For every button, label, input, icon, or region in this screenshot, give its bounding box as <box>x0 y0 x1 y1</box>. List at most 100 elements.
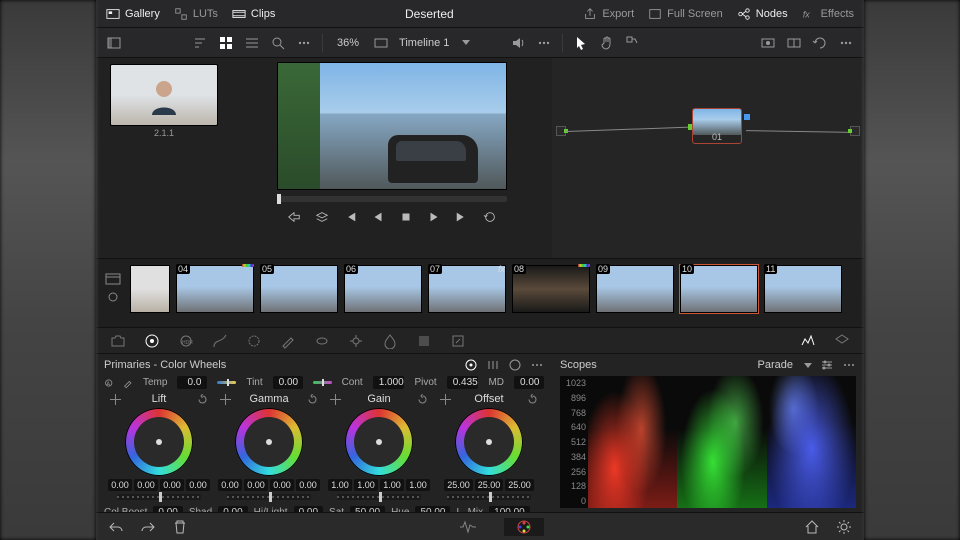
chevron-down-icon[interactable] <box>804 363 812 368</box>
viewer-image[interactable] <box>277 62 507 190</box>
luts-toggle[interactable]: LUTs <box>174 7 218 21</box>
color-wheel-gain[interactable] <box>345 408 413 476</box>
clip-thumb[interactable]: 07 <box>428 265 506 313</box>
node-01[interactable]: 01 <box>692 108 742 144</box>
more-icon[interactable] <box>530 358 544 372</box>
y-slider[interactable] <box>447 494 531 500</box>
home-icon[interactable] <box>804 519 820 535</box>
page-fairlight[interactable] <box>448 518 488 536</box>
timeline-icon[interactable] <box>105 273 121 285</box>
list-view-icon[interactable] <box>244 35 260 51</box>
wheel-value[interactable]: 0.00 <box>134 479 158 491</box>
tracking-icon[interactable] <box>348 333 364 349</box>
auto-balance-icon[interactable]: A <box>104 377 113 389</box>
wheel-adjust-icon[interactable] <box>330 394 341 405</box>
first-frame-icon[interactable] <box>343 210 357 224</box>
pointer-icon[interactable] <box>573 35 589 51</box>
split-icon[interactable] <box>786 35 802 51</box>
qualifier-icon[interactable] <box>280 333 296 349</box>
timeline-name[interactable]: Timeline 1 <box>399 37 449 49</box>
viewer-scrubber[interactable] <box>277 196 507 202</box>
gear-icon[interactable] <box>836 519 852 535</box>
node-input[interactable] <box>556 126 566 136</box>
fullscreen-button[interactable]: Full Screen <box>648 7 723 21</box>
color-wheel-gamma[interactable] <box>235 408 303 476</box>
search-icon[interactable] <box>270 35 286 51</box>
wheel-value[interactable]: 1.00 <box>354 479 378 491</box>
pick-white-icon[interactable] <box>123 377 132 389</box>
clip-thumb[interactable]: 04 <box>176 265 254 313</box>
audio-icon[interactable] <box>510 35 526 51</box>
y-slider[interactable] <box>227 494 311 500</box>
window-icon[interactable] <box>314 333 330 349</box>
gallery-still[interactable] <box>110 64 218 126</box>
temp-value[interactable]: 0.0 <box>177 376 207 389</box>
keyframes-icon[interactable] <box>800 333 816 349</box>
chevron-down-icon[interactable] <box>462 40 470 45</box>
history-icon[interactable] <box>812 35 828 51</box>
color-warper-icon[interactable] <box>246 333 262 349</box>
step-back-icon[interactable] <box>371 210 385 224</box>
color-wheel-offset[interactable] <box>455 408 523 476</box>
camera-raw-icon[interactable] <box>110 333 126 349</box>
clip-thumb[interactable]: 09 <box>596 265 674 313</box>
wheel-value[interactable]: 0.00 <box>270 479 294 491</box>
page-color[interactable] <box>504 518 544 536</box>
bars-mode-icon[interactable] <box>486 358 500 372</box>
clips-toggle[interactable]: Clips <box>232 7 275 21</box>
wheel-value[interactable]: 0.00 <box>108 479 132 491</box>
wheel-value[interactable]: 1.00 <box>380 479 404 491</box>
effects-toggle[interactable]: fx Effects <box>802 7 854 21</box>
sort-icon[interactable] <box>192 35 208 51</box>
scope-settings-icon[interactable] <box>820 358 834 372</box>
more-icon-3[interactable] <box>838 35 854 51</box>
stop-icon[interactable] <box>399 210 413 224</box>
scope-mode[interactable]: Parade <box>758 359 793 371</box>
wheel-value[interactable]: 25.00 <box>505 479 534 491</box>
loop-region-icon[interactable] <box>287 210 301 224</box>
temp-slider[interactable] <box>217 381 236 384</box>
wheel-value[interactable]: 25.00 <box>475 479 504 491</box>
redo-icon[interactable] <box>140 519 156 535</box>
wheels-mode-icon[interactable] <box>464 358 478 372</box>
wheel-value[interactable]: 0.00 <box>244 479 268 491</box>
wheel-adjust-icon[interactable] <box>440 394 451 405</box>
wheel-value[interactable]: 1.00 <box>406 479 430 491</box>
blur-icon[interactable] <box>382 333 398 349</box>
wheel-value[interactable]: 0.00 <box>160 479 184 491</box>
trash-icon[interactable] <box>172 519 188 535</box>
layers-icon[interactable] <box>315 210 329 224</box>
color-wheels-icon[interactable] <box>144 333 160 349</box>
sizing-icon[interactable] <box>450 333 466 349</box>
y-slider[interactable] <box>337 494 421 500</box>
node-output[interactable] <box>850 126 860 136</box>
wheel-value[interactable]: 0.00 <box>218 479 242 491</box>
nodes-pane[interactable]: 01 <box>552 58 864 258</box>
clip-thumb[interactable] <box>130 265 170 313</box>
record-icon[interactable] <box>105 291 121 303</box>
grid-view-icon[interactable] <box>218 35 234 51</box>
hdr-icon[interactable]: HDR <box>178 333 194 349</box>
clip-thumb[interactable]: 10 <box>680 265 758 313</box>
clip-thumb[interactable]: 08fx <box>512 265 590 313</box>
log-mode-icon[interactable] <box>508 358 522 372</box>
wheel-value[interactable]: 0.00 <box>186 479 210 491</box>
clip-thumb[interactable]: 05 <box>260 265 338 313</box>
reset-icon[interactable] <box>527 394 538 405</box>
more-icon-2[interactable] <box>536 35 552 51</box>
sidebar-toggle-icon[interactable] <box>106 35 122 51</box>
clip-thumb[interactable]: 06 <box>344 265 422 313</box>
highlight-icon[interactable] <box>760 35 776 51</box>
contrast-value[interactable]: 1.000 <box>373 376 405 389</box>
gallery-toggle[interactable]: Gallery <box>106 7 160 21</box>
zoom-level[interactable]: 36% <box>333 37 363 49</box>
export-button[interactable]: Export <box>583 7 634 21</box>
more-icon[interactable] <box>296 35 312 51</box>
tint-slider[interactable] <box>313 381 332 384</box>
hand-icon[interactable] <box>599 35 615 51</box>
nodes-toggle[interactable]: Nodes <box>737 7 788 21</box>
loop-icon[interactable] <box>483 210 497 224</box>
more-icon[interactable] <box>842 358 856 372</box>
wheel-value[interactable]: 25.00 <box>444 479 473 491</box>
clip-thumb[interactable]: 11 <box>764 265 842 313</box>
